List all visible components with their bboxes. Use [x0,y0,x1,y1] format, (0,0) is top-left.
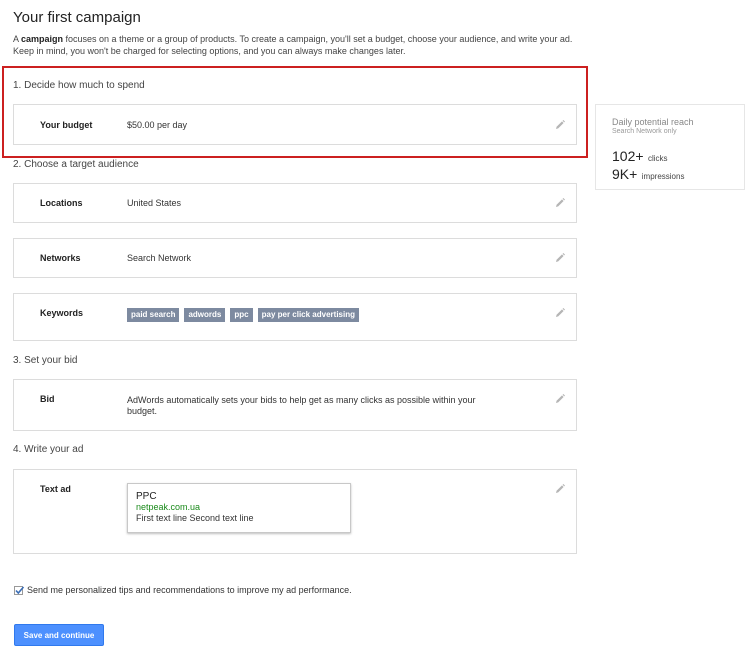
locations-label: Locations [40,198,83,208]
budget-label: Your budget [40,120,93,130]
pencil-icon[interactable] [554,393,566,405]
ad-display-url: netpeak.com.ua [136,502,201,512]
reach-impressions: 9K+ impressions [612,166,744,184]
keyword-tag[interactable]: ppc [230,308,253,322]
section-heading-bid: 3. Set your bid [13,355,78,366]
networks-card[interactable]: Networks Search Network [13,238,577,278]
section-heading-ad: 4. Write your ad [13,444,84,455]
check-icon [15,585,25,594]
ad-preview: PPC netpeak.com.ua First text line Secon… [127,483,351,533]
networks-value: Search Network [127,253,192,263]
bid-card[interactable]: Bid AdWords automatically sets your bids… [13,379,577,431]
bid-label: Bid [40,394,55,404]
reach-impressions-unit: impressions [641,172,685,181]
tips-checkbox[interactable] [14,585,25,595]
reach-title: Daily potential reach [612,117,694,127]
pencil-icon[interactable] [554,483,566,495]
locations-card[interactable]: Locations United States [13,183,577,223]
intro-bold: campaign [21,34,64,44]
text-ad-card[interactable]: Text ad PPC netpeak.com.ua First text li… [13,469,577,554]
tips-opt-in-row: Send me personalized tips and recommenda… [14,585,352,595]
page-title: Your first campaign [13,9,141,26]
reach-subtitle: Search Network only [612,128,677,135]
intro-prefix: A [13,34,22,44]
keyword-tag[interactable]: paid search [127,308,180,322]
reach-impressions-value: 9K+ [612,166,638,182]
save-and-continue-button[interactable]: Save and continue [14,624,104,646]
text-ad-label: Text ad [40,484,71,494]
pencil-icon[interactable] [554,307,566,319]
intro-rest: focuses on a theme or a group of product… [13,34,573,56]
section-heading-audience: 2. Choose a target audience [13,159,139,170]
pencil-icon[interactable] [554,119,566,131]
daily-reach-panel: Daily potential reach Search Network onl… [595,104,745,190]
reach-clicks-unit: clicks [648,154,668,163]
networks-label: Networks [40,253,81,263]
budget-value: $50.00 per day [127,120,188,130]
keywords-card[interactable]: Keywords paid search adwords ppc pay per… [13,293,577,341]
section-heading-spend: 1. Decide how much to spend [13,80,145,91]
keywords-tag-list: paid search adwords ppc pay per click ad… [127,308,359,322]
reach-clicks-value: 102+ [612,148,644,164]
reach-clicks: 102+ clicks [612,148,744,166]
ad-description: First text line Second text line [136,513,254,523]
locations-value: United States [127,198,182,208]
keywords-label: Keywords [40,308,84,318]
pencil-icon[interactable] [554,252,566,264]
tips-label: Send me personalized tips and recommenda… [27,585,352,595]
keyword-tag[interactable]: pay per click advertising [257,308,359,322]
page-intro: A campaign focuses on a theme or a group… [13,33,573,57]
pencil-icon[interactable] [554,197,566,209]
bid-value: AdWords automatically sets your bids to … [127,395,476,416]
budget-card[interactable]: Your budget $50.00 per day [13,104,577,145]
ad-headline: PPC [136,491,157,502]
keyword-tag[interactable]: adwords [184,308,226,322]
